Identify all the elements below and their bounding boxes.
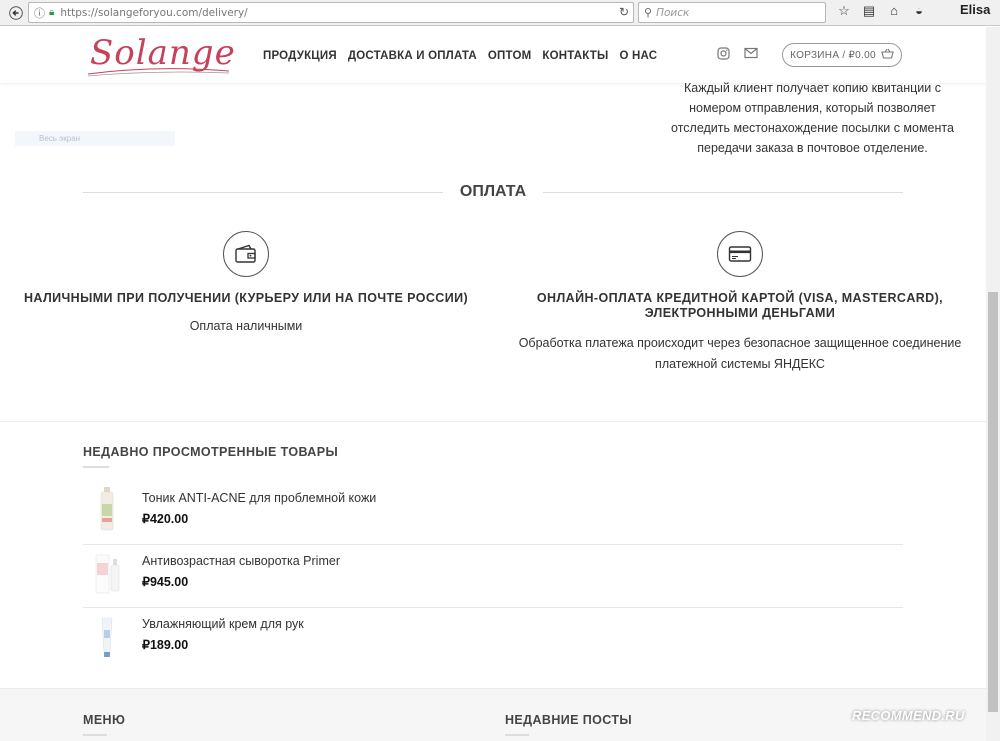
product-thumbnail[interactable] (87, 486, 127, 532)
payment-option-card: ОНЛАЙН-ОПЛАТА КРЕДИТНОЙ КАРТОЙ (VISA, MA… (510, 231, 970, 375)
footer-menu-title: МЕНЮ (83, 713, 126, 727)
info-icon[interactable]: ⓘ (34, 5, 45, 21)
section-divider-right (543, 192, 903, 193)
home-icon[interactable]: ⌂ (886, 3, 902, 19)
address-bar[interactable]: ⓘ 🔒︎ https://solangeforyou.com/delivery/… (28, 2, 634, 23)
nav-contacts[interactable]: КОНТАКТЫ (542, 50, 608, 62)
product-price: ₽189.00 (142, 638, 189, 652)
browser-toolbar: ⓘ 🔒︎ https://solangeforyou.com/delivery/… (0, 0, 1000, 26)
nav-wholesale[interactable]: ОПТОМ (488, 50, 531, 62)
footer-posts-title: НЕДАВНИЕ ПОСТЫ (505, 713, 633, 727)
list-item[interactable]: Тоник ANTI-ACNE для проблемной кожи ₽420… (83, 482, 903, 545)
scrollbar-thumb[interactable] (988, 292, 998, 712)
url-text[interactable]: https://solangeforyou.com/delivery/ (60, 7, 247, 19)
product-name[interactable]: Увлажняющий крем для рук (142, 617, 304, 631)
site-header: Solange ПРОДУКЦИЯ ДОСТАВКА И ОПЛАТА ОПТО… (0, 27, 986, 83)
list-item[interactable]: Увлажняющий крем для рук ₽189.00 (83, 608, 903, 671)
delivery-info-text: Каждый клиент получает копию квитанции с… (671, 81, 954, 155)
email-icon[interactable] (744, 47, 758, 59)
product-thumbnail[interactable] (87, 612, 127, 658)
list-item[interactable]: Антивозрастная сыворотка Primer ₽945.00 (83, 545, 903, 608)
reload-icon[interactable]: ↻ (619, 5, 629, 19)
cart-button[interactable]: КОРЗИНА / ₽0.00 (782, 43, 902, 67)
nav-about[interactable]: О НАС (619, 50, 657, 62)
cart-label: КОРЗИНА / ₽0.00 (790, 49, 876, 61)
social-links (717, 47, 758, 60)
title-underline (505, 734, 529, 736)
product-name[interactable]: Тоник ANTI-ACNE для проблемной кожи (142, 491, 376, 505)
back-arrow-icon (9, 5, 23, 20)
browser-actions: ☆ ▤ ⌂ ◒ (836, 3, 927, 19)
bookmark-star-icon[interactable]: ☆ (836, 3, 852, 19)
product-price: ₽945.00 (142, 575, 189, 589)
cash-payment-title: НАЛИЧНЫМИ ПРИ ПОЛУЧЕНИИ (КУРЬЕРУ ИЛИ НА … (23, 291, 469, 305)
watermark: RECOMMEND.RU (852, 708, 965, 723)
search-placeholder: Поиск (656, 6, 690, 19)
product-price: ₽420.00 (142, 512, 189, 526)
credit-card-icon (717, 231, 763, 277)
product-thumbnail[interactable] (87, 549, 127, 595)
main-nav: ПРОДУКЦИЯ ДОСТАВКА И ОПЛАТА ОПТОМ КОНТАК… (263, 50, 657, 62)
payment-section-title: ОПЛАТА (459, 183, 527, 200)
shopping-basket-icon (881, 48, 894, 62)
reading-list-icon[interactable]: ▤ (861, 3, 877, 19)
browser-user-name[interactable]: Elisa (960, 2, 990, 17)
card-payment-desc: Обработка платежа происходит через безоп… (518, 336, 962, 371)
logo-swoosh-icon (87, 68, 230, 77)
browser-search-input[interactable]: ⚲ Поиск (638, 2, 826, 23)
title-underline (83, 734, 107, 736)
nav-delivery-payment[interactable]: ДОСТАВКА И ОПЛАТА (348, 50, 477, 62)
cash-payment-desc: Оплата наличными (189, 319, 303, 333)
payment-option-cash: НАЛИЧНЫМИ ПРИ ПОЛУЧЕНИИ (КУРЬЕРУ ИЛИ НА … (15, 231, 477, 337)
section-divider-left (83, 192, 443, 193)
fullscreen-hint: Весь экран (15, 131, 175, 146)
instagram-icon[interactable] (717, 47, 730, 60)
title-underline (83, 466, 109, 468)
back-button[interactable] (4, 2, 28, 24)
product-name[interactable]: Антивозрастная сыворотка Primer (142, 554, 340, 568)
page-scrollbar[interactable] (986, 27, 1000, 741)
wallet-icon (223, 231, 269, 277)
card-payment-title: ОНЛАЙН-ОПЛАТА КРЕДИТНОЙ КАРТОЙ (VISA, MA… (536, 291, 944, 320)
nav-products[interactable]: ПРОДУКЦИЯ (263, 50, 337, 62)
lock-icon: 🔒︎ (49, 7, 55, 18)
site-logo[interactable]: Solange (86, 29, 236, 83)
site-footer: МЕНЮ НЕДАВНИЕ ПОСТЫ (0, 688, 986, 741)
section-divider (0, 421, 986, 422)
search-icon: ⚲ (644, 7, 653, 19)
pocket-icon[interactable]: ◒ (911, 3, 927, 19)
recent-products-title: НЕДАВНО ПРОСМОТРЕННЫЕ ТОВАРЫ (83, 445, 339, 459)
